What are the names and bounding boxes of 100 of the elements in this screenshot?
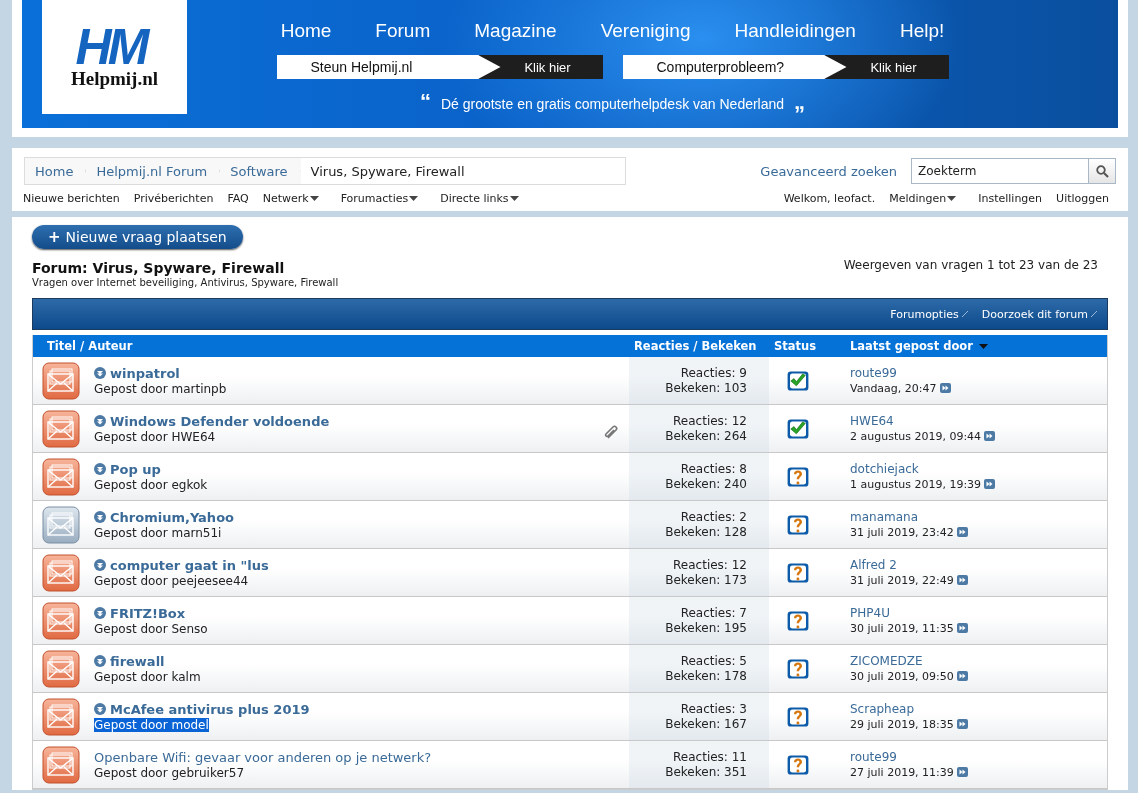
menu-link[interactable]: Meldingen [882,192,964,205]
reply-count: Reacties: 2 [680,509,747,525]
reply-count: Reacties: 9 [680,365,747,381]
search-icon [1095,164,1109,178]
breadcrumb-link[interactable]: Virus, Spyware, Firewall [300,158,625,184]
toolbar-link[interactable]: Forumopties [886,307,972,321]
thread-title[interactable]: FRITZ!Box [110,605,186,621]
nav-link[interactable]: Home [258,20,354,42]
thread-title[interactable]: Windows Defender voldoende [110,413,330,429]
view-count: Bekeken: 264 [665,428,747,444]
forum-title: Forum: Virus, Spyware, Firewall [32,260,286,276]
last-poster-link[interactable]: route99 [850,749,1107,765]
last-post-date: 30 juli 2019, 09:50 [850,668,954,684]
menu-link[interactable]: Privéberichten [126,192,221,205]
sort-caret-icon [978,343,988,349]
last-poster-link[interactable]: Scrapheap [850,701,1107,717]
reply-count: Reacties: 3 [680,701,747,717]
view-count: Bekeken: 195 [665,620,747,636]
go-to-post-icon[interactable] [956,671,968,681]
thread-title[interactable]: computer gaat in "lus [110,557,269,573]
banner-button[interactable]: Klik hier [824,55,949,79]
advanced-search-link[interactable]: Geavanceerd zoeken [760,163,897,179]
reply-count: Reacties: 8 [680,461,747,477]
go-to-post-icon[interactable] [956,719,968,729]
last-post-date: 31 juli 2019, 22:49 [850,572,954,588]
toolbar-link[interactable]: Doorzoek dit forum [977,307,1101,321]
breadcrumb-link[interactable]: Software [220,158,301,184]
reply-count: Reacties: 7 [680,605,747,621]
last-poster-link[interactable]: ZICOMEDZE [850,653,1107,669]
thread-title[interactable]: Pop up [110,461,161,477]
thread-author: Gepost door Senso [94,621,208,636]
thread-title[interactable]: winpatrol [110,365,180,381]
tagline: Dé grootste en gratis computerhelpdesk van Nederland [440,96,785,112]
last-post-date: Vandaag, 20:47 [850,380,937,396]
go-to-post-icon[interactable] [956,527,968,537]
last-poster-link[interactable]: Alfred 2 [850,557,1107,573]
banner-button[interactable]: Klik hier [478,55,603,79]
breadcrumb-link[interactable]: Home [25,158,87,184]
banner-label[interactable]: Computerprobleem? [622,55,847,79]
view-count: Bekeken: 173 [665,572,747,588]
last-poster-link[interactable]: dotchiejack [850,461,1107,477]
last-post-date: 27 juli 2019, 11:39 [850,764,954,780]
reply-count: Reacties: 12 [673,557,747,573]
view-count: Bekeken: 351 [665,764,747,780]
menu-link[interactable]: Forumacties [333,192,426,205]
nav-link[interactable]: Vereniging [578,20,713,42]
search-button[interactable] [1088,159,1115,183]
menu-link[interactable]: Directe links [433,192,526,205]
quote-mark: „ [794,89,806,115]
thread-author: Gepost door HWE64 [94,429,216,444]
nav-link[interactable]: Handleidingen [712,20,878,42]
last-post-date: 2 augustus 2019, 09:44 [850,428,982,444]
last-post-date: 31 juli 2019, 23:42 [850,524,954,540]
thread-title[interactable]: Chromium,Yahoo [110,509,234,525]
search-field[interactable]: Zoekterm [911,158,1116,184]
thread-author: Gepost door peejeesee44 [94,573,249,588]
menu-link[interactable]: Instellingen [971,192,1050,205]
thread-author: Gepost door kalm [94,669,201,684]
breadcrumb-link[interactable]: Helpmij.nl Forum [86,158,221,184]
go-to-post-icon[interactable] [984,479,996,489]
forum-description: Vragen over Internet beveiliging, Antivirus, Spyware, Firewall [32,277,339,288]
last-post-date: 29 juli 2019, 18:35 [850,716,954,732]
column-header[interactable]: Titel / Auteur [47,339,133,353]
thread-author: Gepost door marn51i [94,525,222,540]
menu-link[interactable]: Netwerk [255,192,326,205]
thread-author: Gepost door egkok [94,477,208,492]
go-to-post-icon[interactable] [984,431,996,441]
menu-link[interactable]: Nieuwe berichten [16,192,127,205]
pagination-text: Weergeven van vragen 1 tot 23 van de 23 [843,258,1098,274]
new-question-button[interactable]: + Nieuwe vraag plaatsen [32,225,243,249]
nav-link[interactable]: Forum [353,20,453,42]
last-post-date: 1 augustus 2019, 19:39 [850,476,982,492]
go-to-post-icon[interactable] [956,575,968,585]
thread-author: Gepost door martinpb [94,381,227,396]
reply-count: Reacties: 12 [673,413,747,429]
thread-author: Gepost door gebruiker57 [94,765,245,780]
view-count: Bekeken: 103 [665,380,747,396]
last-poster-link[interactable]: PHP4U [850,605,1107,621]
menu-link[interactable]: FAQ [220,192,256,205]
last-poster-link[interactable]: manamana [850,509,1107,525]
nav-link[interactable]: Magazine [452,20,579,42]
thread-title[interactable]: firewall [110,653,165,669]
last-poster-link[interactable]: HWE64 [850,413,1107,429]
thread-title[interactable]: McAfee antivirus plus 2019 [110,701,310,717]
thread-title[interactable]: Openbare Wifi: gevaar voor anderen op je netwerk? [94,749,432,765]
banner-label[interactable]: Steun Helpmij.nl [276,55,501,79]
thread-author: Gepost door model [94,717,209,732]
go-to-post-icon[interactable] [939,383,951,393]
last-poster-link[interactable]: route99 [850,365,1107,381]
logo-name: Helpmij.nl [70,69,159,89]
go-to-post-icon[interactable] [956,767,968,777]
last-post-date: 30 juli 2019, 11:35 [850,620,954,636]
view-count: Bekeken: 178 [665,668,747,684]
view-count: Bekeken: 167 [665,716,747,732]
quote-mark: “ [419,89,431,115]
menu-link[interactable]: Uitloggen [1049,192,1116,205]
view-count: Bekeken: 240 [665,476,747,492]
nav-link[interactable]: Help! [877,20,967,42]
site-logo[interactable]: HM Helpmij.nl [42,0,187,114]
go-to-post-icon[interactable] [956,623,968,633]
